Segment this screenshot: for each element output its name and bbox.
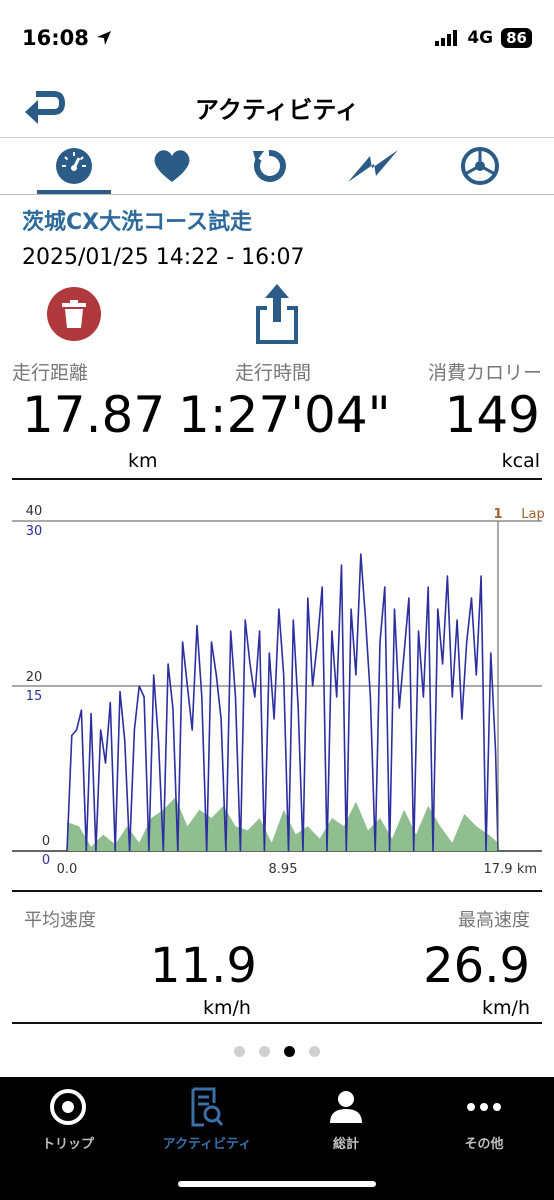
avg-speed-label: 平均速度 xyxy=(24,910,96,931)
page-dot-active[interactable] xyxy=(284,1046,295,1057)
lap-label: Lap xyxy=(521,507,544,522)
distance-value: 17.87 xyxy=(22,386,166,444)
page-dot[interactable] xyxy=(259,1046,270,1057)
activity-search-icon xyxy=(191,1087,224,1127)
avg-speed-value: 11.9 xyxy=(150,938,257,994)
tab-heart[interactable] xyxy=(135,138,209,194)
share-icon xyxy=(256,284,298,344)
status-indicators: 4G 86 xyxy=(435,28,532,48)
x-tick-start: 0.0 xyxy=(57,862,78,877)
max-speed-unit: km/h xyxy=(482,997,530,1019)
more-icon xyxy=(467,1103,501,1111)
left-tick-0: 0 xyxy=(42,834,50,849)
share-button[interactable] xyxy=(255,282,299,344)
tab-power[interactable] xyxy=(336,138,410,194)
distance-label: 走行距離 xyxy=(12,362,89,384)
divider xyxy=(12,1022,542,1024)
signal-icon xyxy=(435,30,458,46)
page-dot[interactable] xyxy=(309,1046,320,1057)
nav-activity[interactable]: アクティビティ xyxy=(147,1085,267,1155)
nav-summary-label: 総計 xyxy=(332,1137,359,1152)
target-icon xyxy=(50,1089,86,1125)
left-tick-40: 40 xyxy=(26,504,43,519)
delete-button[interactable] xyxy=(47,287,101,341)
nav-summary[interactable]: 総計 xyxy=(286,1085,406,1155)
nav-activity-label: アクティビティ xyxy=(162,1137,252,1152)
distance-unit: km xyxy=(128,450,158,472)
page-dot[interactable] xyxy=(234,1046,245,1057)
speed-tick-30: 30 xyxy=(26,524,43,539)
x-unit: km xyxy=(517,862,537,877)
speed-elevation-chart: 40 30 20 15 0 0 0.0 8.95 17.9 km 1 Lap xyxy=(12,504,545,877)
x-tick-mid: 8.95 xyxy=(269,862,298,877)
status-time: 16:08 xyxy=(22,26,112,50)
lap-number: 1 xyxy=(493,507,502,522)
left-tick-20: 20 xyxy=(26,670,43,685)
tab-refresh[interactable] xyxy=(232,138,306,194)
nav-header: アクティビティ xyxy=(0,80,554,138)
nav-more-label: その他 xyxy=(464,1137,504,1152)
icon-tab-bar xyxy=(0,138,554,195)
refresh-icon xyxy=(253,149,286,182)
person-icon xyxy=(330,1091,362,1123)
activity-title: 茨城CX大洗コース試走 xyxy=(22,210,253,235)
status-bar: 16:08 4G 86 xyxy=(0,0,554,80)
nav-trip-label: トリップ xyxy=(41,1137,94,1152)
tab-speedometer[interactable] xyxy=(37,138,111,194)
calories-unit: kcal xyxy=(501,450,540,472)
lightning-icon xyxy=(348,150,398,182)
x-tick-end: 17.9 xyxy=(484,862,513,877)
avg-speed-unit: km/h xyxy=(203,997,251,1019)
status-time-text: 16:08 xyxy=(22,26,89,50)
battery-indicator: 86 xyxy=(501,28,532,48)
network-type: 4G xyxy=(467,28,494,48)
tab-settings[interactable] xyxy=(443,138,517,194)
heart-icon xyxy=(154,150,190,182)
speed-tick-0: 0 xyxy=(42,853,50,868)
activity-date-range: 2025/01/25 14:22 - 16:07 xyxy=(22,245,305,270)
max-speed-value: 26.9 xyxy=(423,938,530,994)
calories-value: 149 xyxy=(444,386,540,444)
location-arrow-icon xyxy=(97,31,112,45)
nav-more[interactable]: その他 xyxy=(424,1085,544,1155)
speed-line xyxy=(66,553,499,852)
time-label: 走行時間 xyxy=(235,362,312,384)
divider xyxy=(12,478,542,480)
speed-tick-15: 15 xyxy=(26,689,43,704)
gear-icon xyxy=(461,147,499,185)
page-title: アクティビティ xyxy=(195,96,359,124)
speedometer-icon xyxy=(56,148,92,184)
trash-icon xyxy=(62,300,86,328)
home-indicator xyxy=(178,1181,376,1187)
time-value: 1:27'04" xyxy=(178,386,391,444)
nav-trip[interactable]: トリップ xyxy=(8,1085,128,1155)
page-indicator[interactable] xyxy=(0,1046,554,1057)
calories-label: 消費カロリー xyxy=(427,362,542,384)
divider xyxy=(12,890,542,892)
max-speed-label: 最高速度 xyxy=(458,910,530,931)
